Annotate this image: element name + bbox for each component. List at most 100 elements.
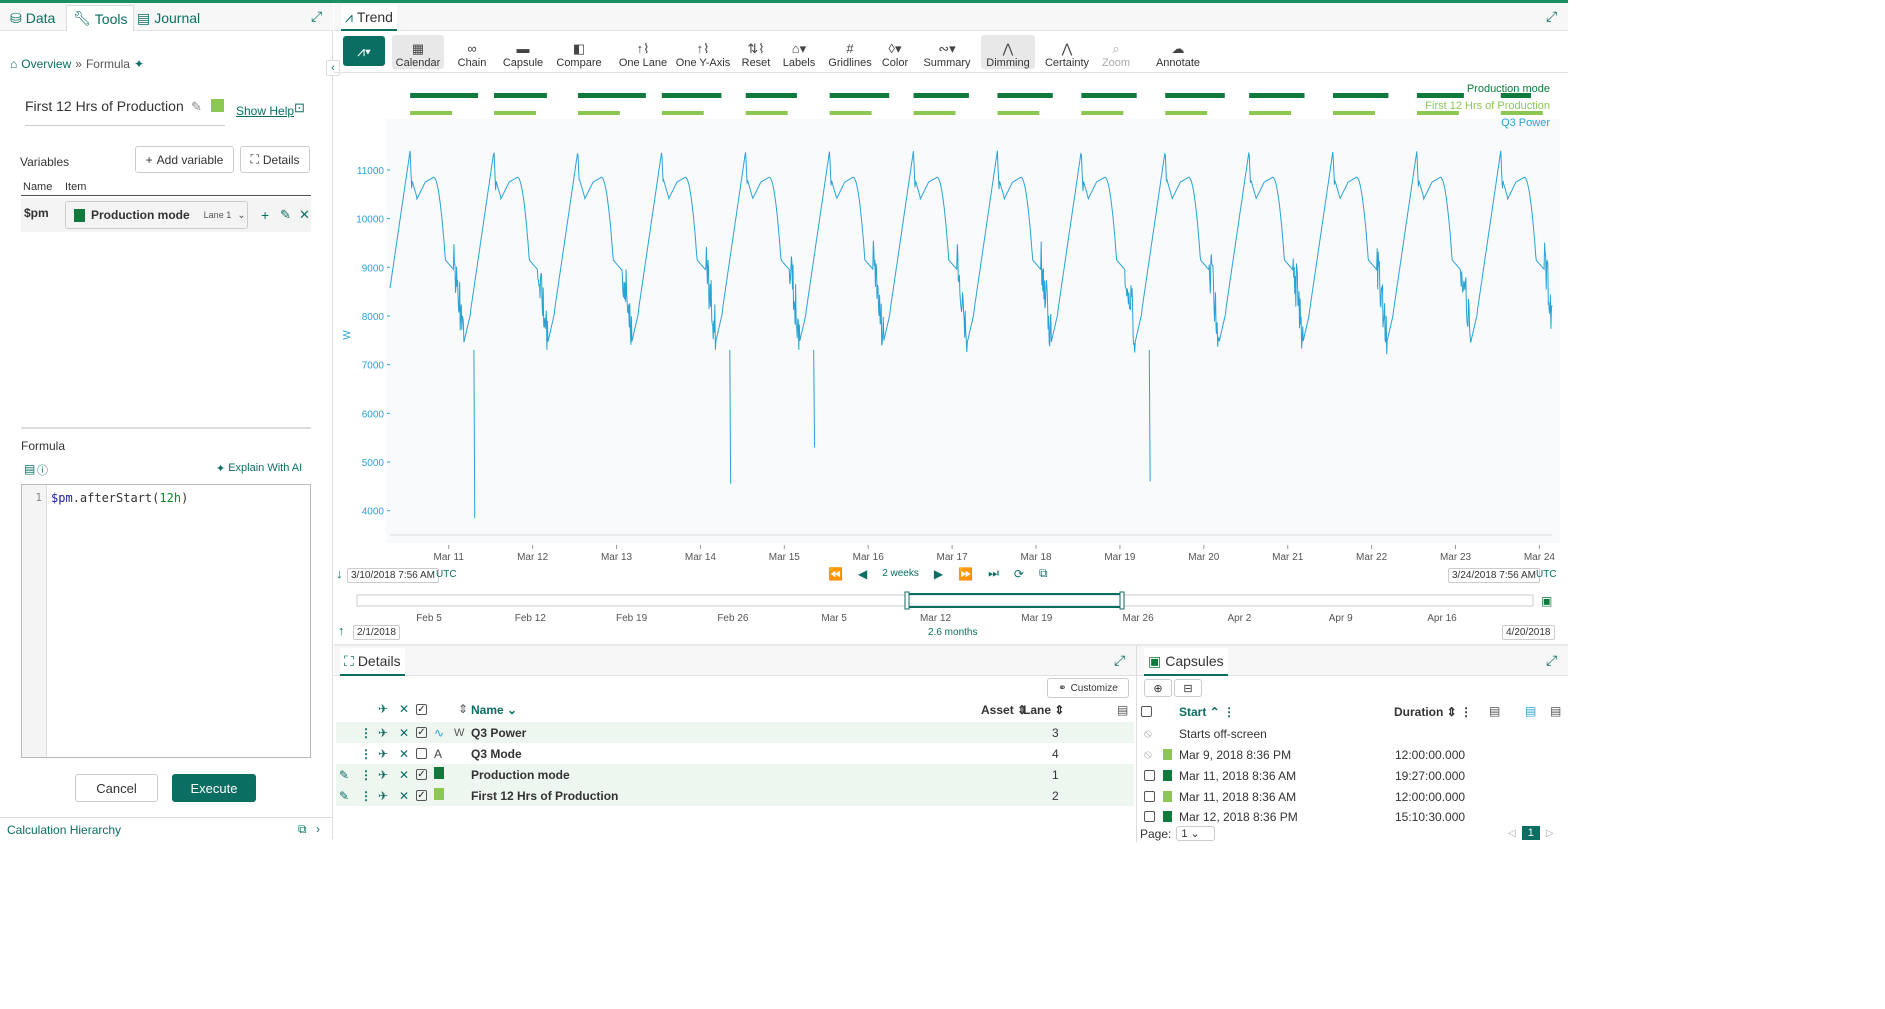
details-row[interactable]: ⋮ ✈ ✕ A Q3 Mode 4 xyxy=(336,743,1134,764)
first12-capsule-bar[interactable] xyxy=(410,111,453,115)
edit-icon[interactable]: ✎ xyxy=(339,789,349,803)
production-capsule-bar[interactable] xyxy=(1081,93,1137,98)
collapse-capsule-button[interactable]: ⊟ xyxy=(1174,679,1202,697)
navigator-track[interactable] xyxy=(356,594,1534,607)
remove-icon[interactable]: ✕ xyxy=(399,747,409,761)
toolbar-compare-button[interactable]: ◧ Compare xyxy=(553,35,605,69)
toolbar-dimming-button[interactable]: ⋀ Dimming xyxy=(981,35,1035,69)
page-select[interactable]: 1 ⌄ xyxy=(1176,826,1215,841)
navigator-left-handle[interactable] xyxy=(904,591,910,610)
first12-capsule-bar[interactable] xyxy=(829,111,872,115)
rewind-icon[interactable]: ⏪ xyxy=(828,567,843,581)
first12-capsule-bar[interactable] xyxy=(1165,111,1208,115)
production-capsule-bar[interactable] xyxy=(1165,93,1225,98)
first12-capsule-bar[interactable] xyxy=(913,111,956,115)
page-next-icon[interactable]: ▷ xyxy=(1546,828,1554,839)
toolbar-one-lane-button[interactable]: ↑⌇ One Lane xyxy=(615,35,671,69)
first12-capsule-bar[interactable] xyxy=(1081,111,1124,115)
first12-capsule-bar[interactable] xyxy=(661,111,704,115)
col-asset[interactable]: Asset ⇕ xyxy=(981,703,1027,717)
column-config-icon[interactable]: ▤ xyxy=(1117,703,1128,717)
capsule-row[interactable]: ⦸ Starts off-screen xyxy=(1141,723,1566,744)
fast-forward-icon[interactable]: ⏩ xyxy=(958,567,973,581)
col-name[interactable]: Name ⌄ xyxy=(471,703,517,717)
range-duration[interactable]: 2 weeks xyxy=(882,568,919,579)
formula-code[interactable]: $pm.afterStart(12h) xyxy=(51,491,188,505)
capsule-filter-icon[interactable]: ▤ xyxy=(1525,704,1536,718)
capsule-checkbox[interactable] xyxy=(1144,811,1155,822)
pencil-icon[interactable]: ✎ xyxy=(191,99,202,115)
pin-icon[interactable]: ✈ xyxy=(378,747,388,761)
jump-end-icon[interactable]: ⏭ xyxy=(988,566,999,581)
first12-capsule-bar[interactable] xyxy=(1249,111,1292,115)
production-capsule-bar[interactable] xyxy=(661,93,722,98)
first12-capsule-bar[interactable] xyxy=(997,111,1040,115)
toolbar-calendar-button[interactable]: ▦ Calendar xyxy=(392,35,444,69)
production-capsule-bar[interactable] xyxy=(577,93,646,98)
edit-icon[interactable]: ✎ xyxy=(339,768,349,782)
production-capsule-bar[interactable] xyxy=(410,93,479,98)
page-current[interactable]: 1 xyxy=(1521,826,1540,840)
tab-tools[interactable]: 🔧︎ Tools xyxy=(66,5,135,31)
remove-icon[interactable]: ✕ xyxy=(399,789,409,803)
row-name[interactable]: First 12 Hrs of Production xyxy=(471,789,618,803)
range-end-input[interactable]: 3/24/2018 7:56 AM xyxy=(1448,568,1540,583)
nav-start-input[interactable]: 2/1/2018 xyxy=(353,625,400,640)
expand-icon[interactable]: ⤢ xyxy=(311,8,322,25)
toolbar-capsule-button[interactable]: ▬ Capsule xyxy=(500,35,546,69)
toolbar-summary-button[interactable]: ∾▾ Summary xyxy=(919,35,975,69)
arrow-down-icon[interactable]: ↓ xyxy=(336,566,343,581)
toolbar-color-button[interactable]: ◊▾ Color xyxy=(879,35,911,69)
row-checkbox[interactable] xyxy=(416,790,427,801)
range-start-input[interactable]: 3/10/2018 7:56 AM xyxy=(347,568,439,583)
row-checkbox[interactable] xyxy=(416,769,427,780)
toolbar-certainty-button[interactable]: ⋀ Certainty xyxy=(1039,35,1095,69)
capsule-row[interactable]: Mar 12, 2018 8:36 PM 15:10:30.000 xyxy=(1141,806,1566,827)
chevron-right-icon[interactable]: › xyxy=(316,822,320,836)
row-menu-icon[interactable]: ⋮ xyxy=(360,747,372,761)
details-row[interactable]: ⋮ ✈ ✕ ∿ W Q3 Power 3 xyxy=(336,722,1134,743)
toolbar-chain-button[interactable]: ∞ Chain xyxy=(451,35,493,69)
range-start-tz[interactable]: UTC xyxy=(436,569,457,580)
arrow-up-icon[interactable]: ↑ xyxy=(338,623,345,638)
range-end-tz[interactable]: UTC xyxy=(1536,569,1557,580)
color-swatch[interactable] xyxy=(211,99,224,112)
first12-capsule-bar[interactable] xyxy=(494,111,536,115)
time-navigator[interactable]: Feb 5 Feb 12 Feb 19 Feb 26 Mar 5 Mar 12 Mar 19… xyxy=(334,588,1568,626)
capsule-settings-icon[interactable]: ▤ xyxy=(1550,704,1561,718)
row-name[interactable]: Production mode xyxy=(471,768,570,782)
header-remove-icon[interactable]: ✕ xyxy=(399,702,409,716)
add-variable-button[interactable]: + Add variable xyxy=(135,146,234,173)
formula-name[interactable]: First 12 Hrs of Production xyxy=(25,98,184,114)
navigator-capsule-icon[interactable]: ▣ xyxy=(1541,594,1552,608)
capsule-checkbox[interactable] xyxy=(1144,770,1155,781)
execute-button[interactable]: Execute xyxy=(172,774,256,802)
view-selector-button[interactable]: ⩘▾ xyxy=(343,36,385,66)
toolbar-gridlines-button[interactable]: # Gridlines xyxy=(823,35,877,69)
sparkle-icon[interactable]: ✦ xyxy=(134,57,144,71)
pin-icon[interactable]: ✈ xyxy=(378,768,388,782)
details-button[interactable]: ⛶ Details xyxy=(240,146,310,173)
tab-data[interactable]: ⛁ Data xyxy=(10,5,55,31)
step-back-icon[interactable]: ◀ xyxy=(858,567,867,581)
production-capsule-bar[interactable] xyxy=(494,93,547,98)
remove-icon[interactable]: ✕ xyxy=(299,207,310,223)
toolbar-annotate-button[interactable]: ☁ Annotate xyxy=(1152,35,1204,69)
row-checkbox[interactable] xyxy=(416,727,427,738)
formula-editor[interactable]: 1 $pm.afterStart(12h) xyxy=(21,484,311,758)
zoom-range-icon[interactable]: ⧉ xyxy=(1039,566,1048,581)
pin-icon[interactable]: ✈ xyxy=(378,789,388,803)
breadcrumb-overview[interactable]: Overview xyxy=(21,57,71,71)
row-name[interactable]: Q3 Power xyxy=(471,726,526,740)
first12-capsule-bar[interactable] xyxy=(577,111,620,115)
navigator-right-handle[interactable] xyxy=(1119,591,1125,610)
capsule-columns-icon[interactable]: ▤ xyxy=(1489,704,1500,718)
page-prev-icon[interactable]: ◁ xyxy=(1508,828,1516,839)
production-capsule-bar[interactable] xyxy=(745,93,797,98)
row-checkbox[interactable] xyxy=(416,748,427,759)
tab-journal[interactable]: ▤ Journal xyxy=(137,5,200,31)
production-capsule-bar[interactable] xyxy=(1249,93,1305,98)
tab-details[interactable]: ⛶ Details xyxy=(340,648,405,676)
remove-icon[interactable]: ✕ xyxy=(399,768,409,782)
cancel-button[interactable]: Cancel xyxy=(75,774,158,802)
